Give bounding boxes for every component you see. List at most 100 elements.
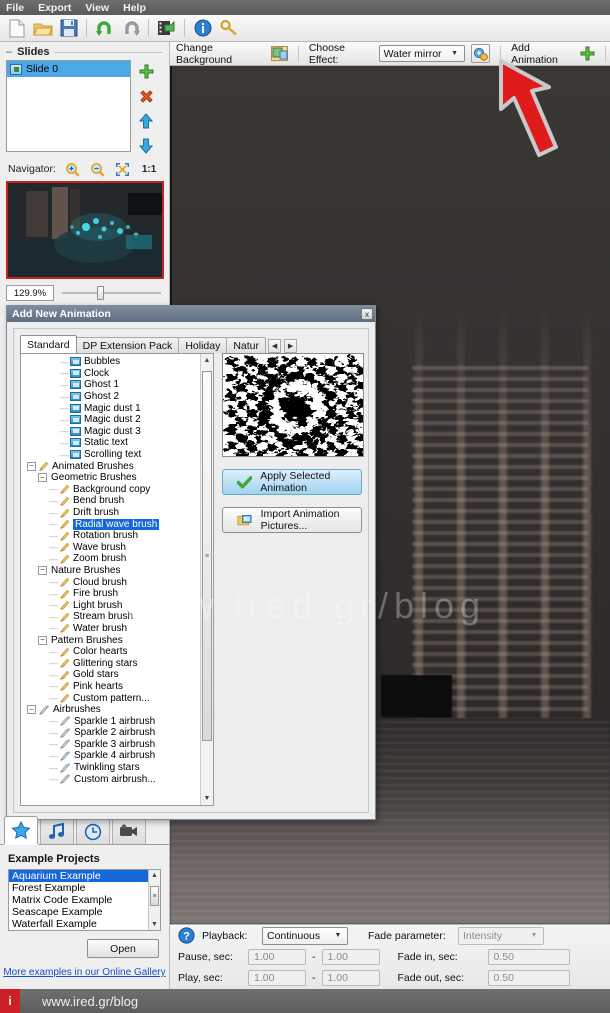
fade-parameter-dropdown[interactable]: Intensity ▼ [458,926,544,945]
tree-item[interactable]: — Fire brush [21,588,200,600]
fade-out-input[interactable]: 0.50 [487,969,570,986]
add-slide-icon[interactable] [137,62,155,80]
zoom-slider[interactable] [62,285,163,301]
tree-item[interactable]: — Clock [21,368,200,380]
tree-item[interactable]: — Background copy [21,484,200,496]
example-list-scrollbar[interactable]: ▲ ≡ ▼ [148,870,160,930]
tree-item[interactable]: — Ghost 2 [21,391,200,403]
tree-scrollbar[interactable]: ▲ ≡ ▼ [200,354,213,805]
animation-tree[interactable]: — Bubbles — Clock — Ghost 1 — Ghost 2 — Magic dus… [20,353,214,806]
tab-video[interactable] [112,818,146,844]
tree-item[interactable]: — Ghost 1 [21,379,200,391]
pause-from-input[interactable]: 1.00 [248,948,306,965]
export-video-icon[interactable] [155,17,178,40]
list-item[interactable]: Aquarium Example [9,870,148,882]
tab-nature[interactable]: Natur [226,337,267,353]
tree-item[interactable]: — Magic dust 2 [21,414,200,426]
play-from-input[interactable]: 1.00 [248,969,306,986]
tab-holiday[interactable]: Holiday [178,337,228,353]
tree-item[interactable]: — Pink hearts [21,681,200,693]
apply-selected-animation-button[interactable]: Apply Selected Animation [222,469,362,495]
list-item[interactable]: Seascape Example [9,906,148,918]
play-to-input[interactable]: 1.00 [321,969,380,986]
zoom-out-icon[interactable] [90,161,106,177]
dialog-title-bar[interactable]: Add New Animation x [7,306,375,322]
list-item[interactable]: Matrix Code Example [9,894,148,906]
move-slide-up-icon[interactable] [137,112,155,130]
tab-examples[interactable] [4,816,38,844]
tree-item[interactable]: — Sparkle 4 airbrush [21,750,200,762]
scroll-up-icon[interactable]: ▲ [201,354,213,367]
tree-item[interactable]: — Zoom brush [21,553,200,565]
tree-expander-icon[interactable]: − [38,635,47,645]
tree-item[interactable]: — Twinkling stars [21,762,200,774]
tree-item[interactable]: — Sparkle 2 airbrush [21,727,200,739]
slides-list[interactable]: Slide 0 [6,60,131,152]
zoom-in-icon[interactable] [65,161,81,177]
tree-item[interactable]: − Geometric Brushes [21,472,200,484]
tree-item[interactable]: — Light brush [21,599,200,611]
tree-item[interactable]: — Custom pattern... [21,692,200,704]
scrollbar-thumb[interactable]: ≡ [202,371,212,741]
menu-item-file[interactable]: File [6,2,24,14]
tree-item[interactable]: — Magic dust 3 [21,426,200,438]
tab-standard[interactable]: Standard [20,335,77,353]
change-background-label[interactable]: Change Background [176,42,265,66]
tab-scroll-right-icon[interactable]: ▶ [284,339,298,353]
pause-to-input[interactable]: 1.00 [321,948,380,965]
scroll-up-icon[interactable]: ▲ [149,870,160,881]
close-icon[interactable]: x [361,308,373,320]
scroll-down-icon[interactable]: ▼ [149,919,160,930]
menu-item-view[interactable]: View [85,2,109,14]
collapse-icon[interactable]: – [6,46,12,58]
tree-item[interactable]: — Stream brush [21,611,200,623]
navigator-thumbnail[interactable] [6,181,164,279]
tree-item[interactable]: − Animated Brushes [21,460,200,472]
fit-to-window-icon[interactable] [115,161,131,177]
tree-item[interactable]: — Sparkle 1 airbrush [21,715,200,727]
tree-item[interactable]: — Water brush [21,623,200,635]
move-slide-down-icon[interactable] [137,137,155,155]
new-document-icon[interactable] [5,17,28,40]
effect-dropdown[interactable]: Water mirror ▼ [378,45,465,62]
example-projects-list[interactable]: Aquarium Example Forest Example Matrix C… [8,869,161,931]
list-item[interactable]: Forest Example [9,882,148,894]
zoom-level-input[interactable]: 129.9% [6,285,54,301]
effect-settings-button[interactable] [470,44,491,63]
open-folder-icon[interactable] [31,17,54,40]
scrollbar-thumb[interactable]: ≡ [150,886,159,906]
tree-item[interactable]: — Custom airbrush... [21,773,200,785]
key-icon[interactable] [217,17,240,40]
tab-dp-extension-pack[interactable]: DP Extension Pack [75,337,180,353]
tree-item[interactable]: — Cloud brush [21,576,200,588]
tree-item[interactable]: — Sparkle 3 airbrush [21,739,200,751]
tree-item[interactable]: — Radial wave brush [21,518,200,530]
undo-icon[interactable] [93,17,116,40]
tree-item[interactable]: — Wave brush [21,542,200,554]
import-animation-pictures-button[interactable]: Import Animation Pictures... [222,507,362,533]
info-icon[interactable] [191,17,214,40]
add-animation-label[interactable]: Add Animation [511,42,574,66]
tree-item[interactable]: — Magic dust 1 [21,402,200,414]
tree-item[interactable]: — Gold stars [21,669,200,681]
delete-slide-icon[interactable] [137,87,155,105]
tree-item[interactable]: — Static text [21,437,200,449]
tree-item[interactable]: — Scrolling text [21,449,200,461]
menu-item-help[interactable]: Help [123,2,146,14]
menu-item-export[interactable]: Export [38,2,71,14]
tree-item[interactable]: — Bend brush [21,495,200,507]
change-background-icon[interactable] [270,45,288,63]
zoom-ratio-label[interactable]: 1:1 [142,164,156,175]
scroll-down-icon[interactable]: ▼ [201,792,213,805]
help-icon[interactable]: ? [178,926,196,945]
fade-in-input[interactable]: 0.50 [487,948,570,965]
zoom-slider-handle[interactable] [97,286,105,300]
tree-item[interactable]: — Glittering stars [21,657,200,669]
open-button[interactable]: Open [87,939,159,958]
tree-expander-icon[interactable]: − [38,565,47,575]
redo-icon[interactable] [119,17,142,40]
tab-music[interactable] [40,818,74,844]
playback-dropdown[interactable]: Continuous ▼ [262,926,348,945]
tree-item[interactable]: − Pattern Brushes [21,634,200,646]
tree-item[interactable]: − Airbrushes [21,704,200,716]
